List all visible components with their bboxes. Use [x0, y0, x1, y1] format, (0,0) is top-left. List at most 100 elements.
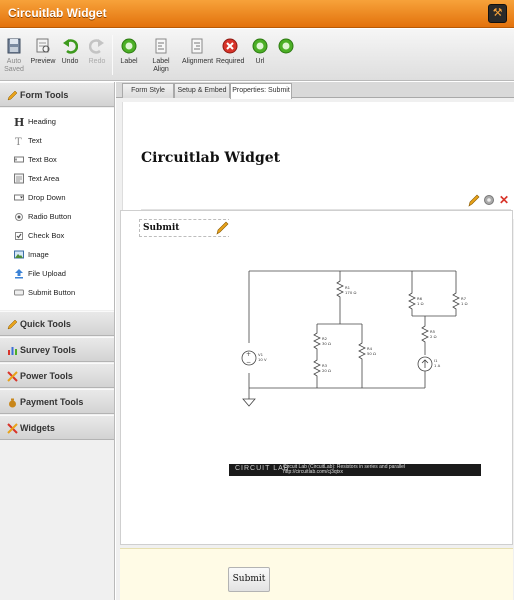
section-label: Payment Tools [20, 397, 84, 407]
section-form-tools[interactable]: Form Tools [0, 82, 114, 107]
widget-label-box[interactable]: Submit [139, 219, 231, 237]
svg-text:−: − [246, 359, 251, 366]
text-icon: T [15, 137, 22, 146]
circuit-diagram: + − R1 170 Ω R2 30 Ω R3 20 Ω R4 50 Ω R6 … [229, 219, 481, 476]
preview-label: Preview [30, 58, 56, 65]
label-label: Label [120, 58, 138, 65]
section-quick-tools[interactable]: Quick Tools [0, 311, 114, 336]
tab-properties-submit[interactable]: Properties: Submit [230, 83, 292, 99]
tool-label: Text Box [28, 155, 57, 164]
alignment-button[interactable]: Alignment [182, 37, 214, 66]
alignment-icon [191, 38, 203, 54]
url-label: Url [255, 58, 265, 65]
pencil-icon [7, 319, 18, 330]
auto-saved-label: Auto Saved [4, 58, 24, 73]
textarea-icon [14, 173, 24, 184]
green-dot-icon [278, 38, 294, 54]
tab-bar: Form Style Setup & Embed Properties: Sub… [116, 82, 514, 99]
preview-button[interactable]: Preview [30, 37, 56, 66]
section-widgets[interactable]: Widgets [0, 415, 114, 440]
required-button[interactable]: Required [216, 37, 244, 66]
title-bar: Circuitlab Widget ⚒ [0, 0, 514, 28]
section-survey-tools[interactable]: Survey Tools [0, 337, 114, 362]
v1-value: 10 V [258, 357, 267, 362]
tools-icon [7, 371, 18, 382]
section-payment-tools[interactable]: Payment Tools [0, 389, 114, 414]
undo-button[interactable]: Undo [60, 37, 80, 66]
tool-label: Drop Down [28, 193, 66, 202]
label-align-button[interactable]: Label Align [144, 37, 178, 74]
circuit-footer: CIRCUIT LAB Circuit Lab (CircuitLab): Re… [229, 464, 481, 476]
green-dot-icon [121, 38, 137, 54]
url-button[interactable]: Url [250, 37, 270, 66]
form-tools-list: H Heading T Text Text Box Text Area Drop… [0, 108, 114, 310]
submit-button[interactable]: Submit [228, 567, 270, 592]
section-power-tools[interactable]: Power Tools [0, 363, 114, 388]
auto-saved-button[interactable]: Auto Saved [3, 37, 25, 74]
tool-label: Submit Button [28, 288, 76, 297]
checkbox-icon [15, 232, 23, 240]
settings-gear-icon[interactable] [483, 193, 495, 207]
edit-pencil-icon[interactable] [468, 193, 480, 207]
tool-label: Text [28, 136, 42, 145]
submit-area: Submit [120, 548, 513, 600]
textbox-icon [14, 156, 24, 163]
undo-icon [63, 39, 78, 54]
bar-chart-icon [8, 347, 17, 355]
r4-value: 50 Ω [367, 351, 376, 356]
submit-icon [14, 289, 24, 296]
delete-field-icon[interactable]: ✕ [498, 193, 510, 207]
tool-label: Text Area [28, 174, 60, 183]
form-title[interactable]: Circuitlab Widget [141, 150, 280, 166]
toolbar: Auto Saved Preview Undo Redo Label Label… [0, 29, 514, 81]
label-button[interactable]: Label [118, 37, 140, 66]
window-title: Circuitlab Widget [8, 6, 107, 20]
circuit-schematic: + − R1 170 Ω R2 30 Ω R3 20 Ω R4 50 Ω R6 … [241, 270, 468, 407]
tools-icon [7, 423, 18, 434]
redo-button[interactable]: Redo [87, 37, 107, 66]
preview-icon [36, 38, 50, 53]
redo-icon [89, 39, 104, 54]
tool-label: Heading [28, 117, 56, 126]
section-label: Power Tools [20, 371, 73, 381]
field-controls: ✕ [466, 193, 512, 209]
circuit-caption-url[interactable]: http://circuitlab.com/cj3qtxx [283, 470, 405, 475]
edit-label-pencil-icon[interactable] [216, 221, 229, 235]
extra-option-button[interactable] [276, 37, 296, 58]
widget-field[interactable]: Submit + − R1 170 Ω R2 30 Ω R3 20 Ω R4 5… [120, 210, 513, 545]
upload-icon [15, 269, 23, 279]
svg-text:T: T [15, 137, 22, 146]
r1-value: 170 Ω [345, 290, 356, 295]
r7-value: 1 Ω [461, 301, 468, 306]
tool-label: Check Box [28, 231, 65, 240]
circuit-caption: Circuit Lab (CircuitLab): Resistors in s… [283, 465, 405, 475]
tool-label: File Upload [28, 269, 66, 278]
label-align-label: Label Align [152, 58, 170, 73]
green-dot-icon [252, 38, 268, 54]
section-label: Widgets [20, 423, 55, 433]
r6-value: 1 Ω [417, 301, 424, 306]
tab-form-style[interactable]: Form Style [122, 83, 174, 98]
form-header: Circuitlab Widget [122, 102, 514, 219]
svg-text:+: + [246, 351, 251, 358]
svg-text:H: H [14, 116, 24, 127]
section-label: Quick Tools [20, 319, 71, 329]
save-icon [7, 38, 21, 54]
app-logo-icon[interactable]: ⚒ [488, 4, 507, 23]
section-label: Survey Tools [20, 345, 76, 355]
image-icon [14, 250, 24, 259]
alignment-label: Alignment [182, 58, 214, 65]
tab-setup-embed[interactable]: Setup & Embed [174, 83, 230, 98]
tool-label: Image [28, 250, 49, 259]
money-bag-icon [9, 398, 16, 408]
undo-label: Undo [61, 58, 79, 65]
circuitlab-logo: CIRCUIT LAB [235, 465, 290, 472]
r2-value: 30 Ω [322, 341, 331, 346]
required-label: Required [216, 58, 245, 65]
widget-label: Submit [143, 223, 180, 233]
sidebar: Form Tools H Heading T Text Text Box Tex… [0, 82, 115, 600]
label-align-icon [155, 38, 167, 54]
radio-icon [15, 213, 23, 221]
r3-value: 20 Ω [322, 368, 331, 373]
section-label: Form Tools [20, 90, 69, 100]
